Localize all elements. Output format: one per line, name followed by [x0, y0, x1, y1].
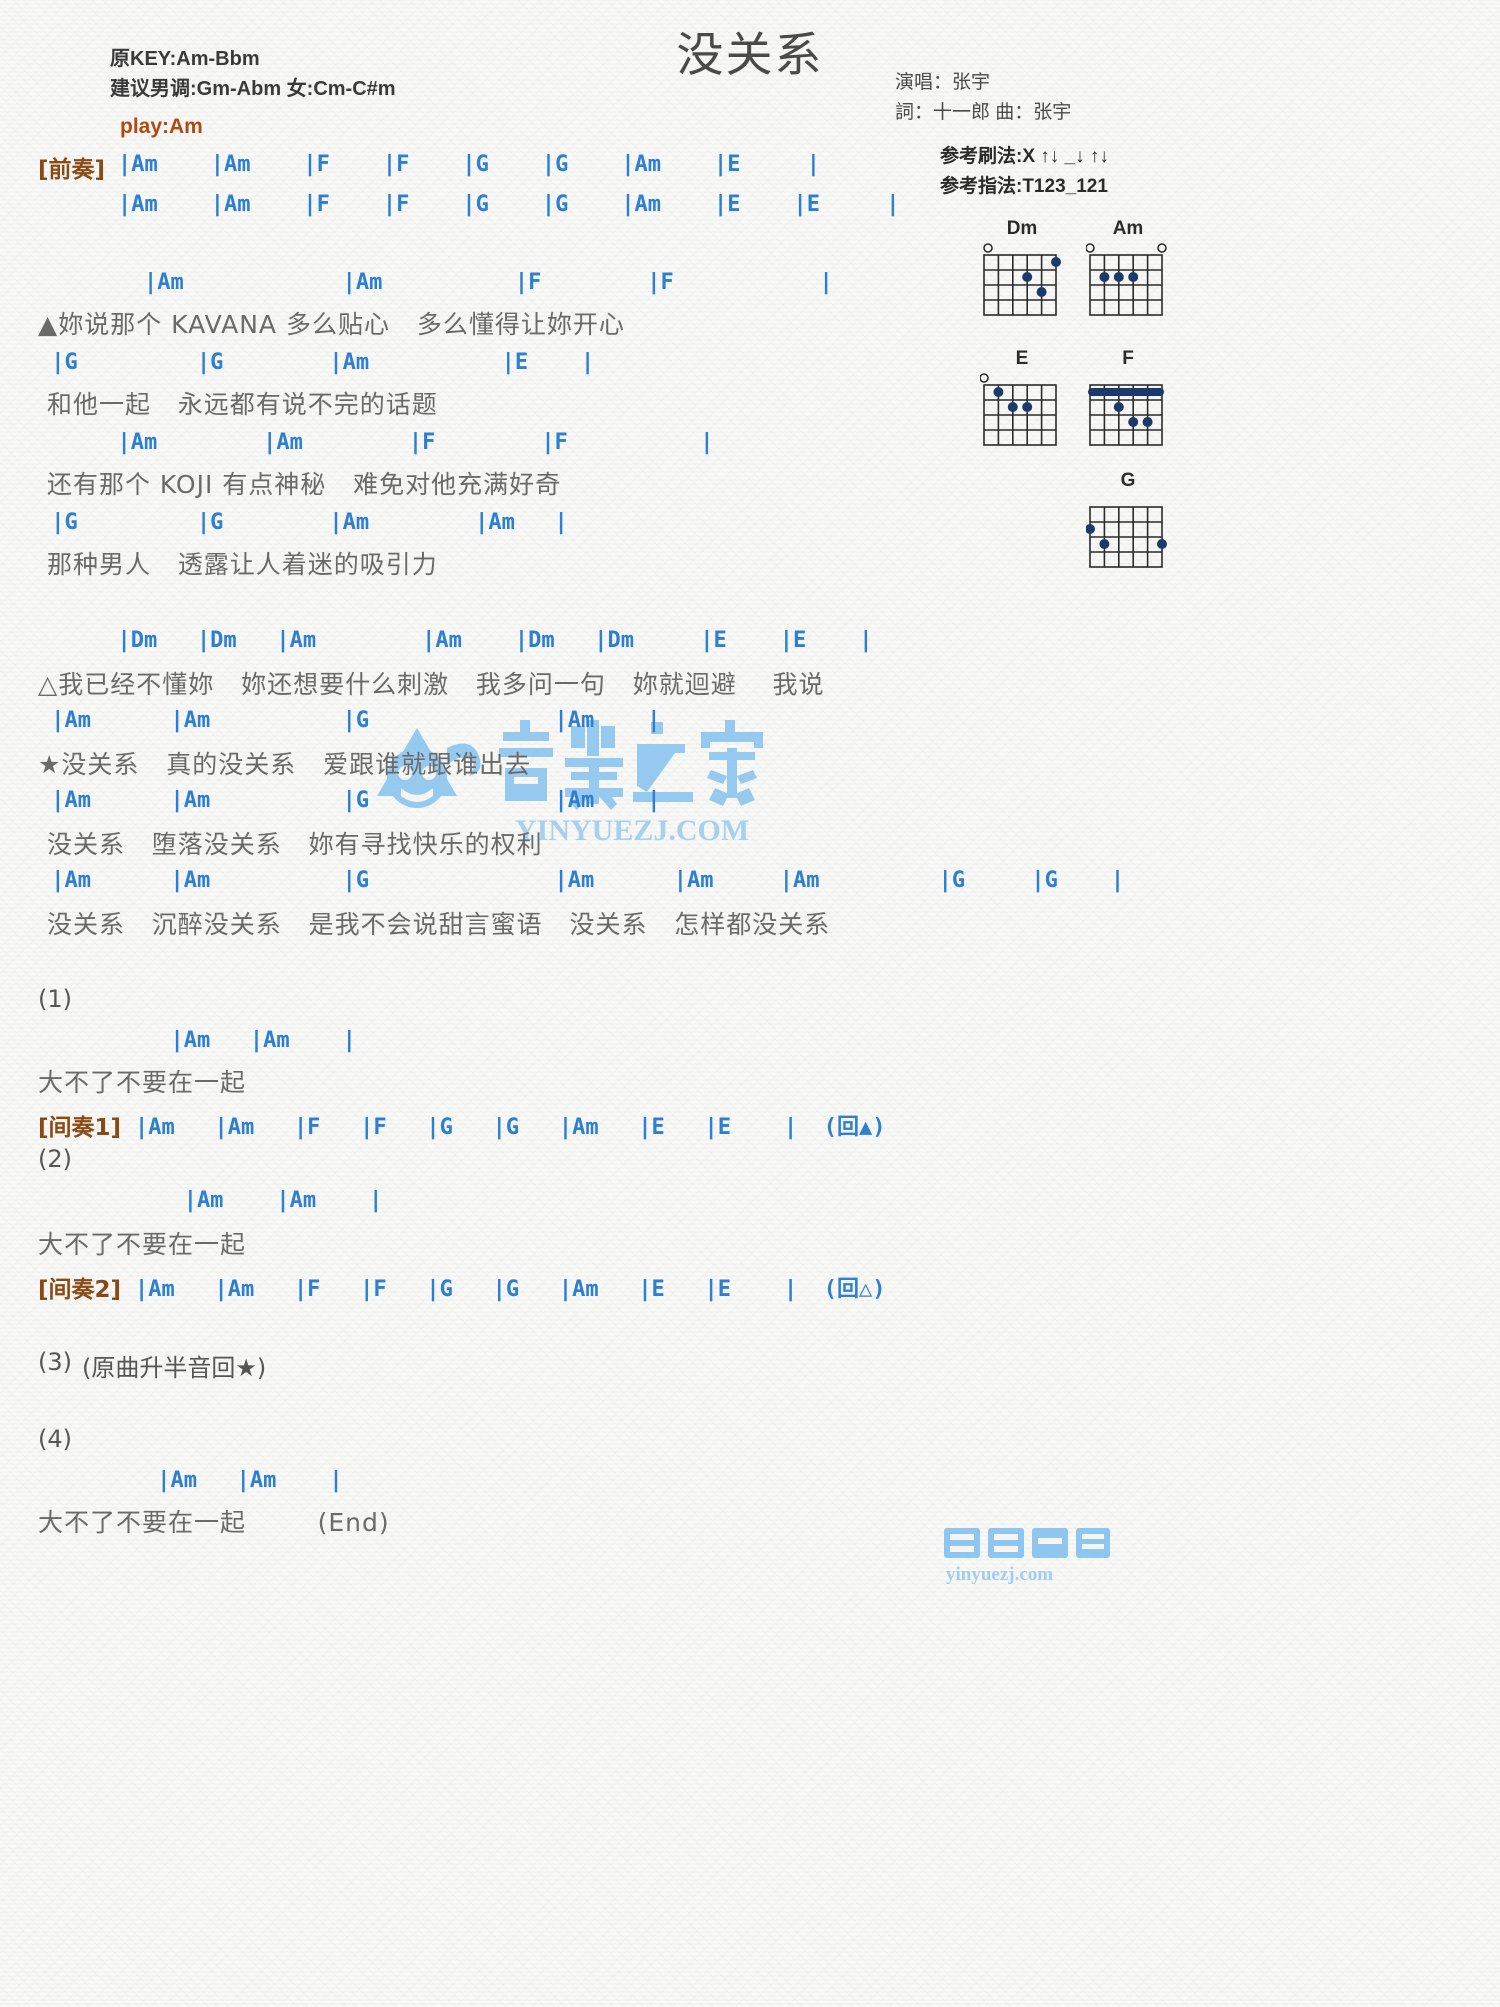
ending-4-chords: |Am |Am |	[38, 1468, 343, 1493]
ending-4-lyric: 大不了不要在一起 (End)	[38, 1508, 390, 1537]
bridge-lyric-1: △我已经不懂妳 妳还想要什么刺激 我多问一句 妳就迴避 我说	[38, 670, 825, 699]
credits: 演唱：张宇 詞：十一郎 曲：张宇	[895, 68, 1071, 128]
key-info: 原KEY:Am-Bbm 建议男调:Gm-Abm 女:Cm-C#m	[110, 44, 396, 104]
intro-chords-1: |Am |Am |F |F |G |G |Am |E |	[118, 152, 820, 177]
chorus-chords-2: |Am |Am |G |Am |	[38, 788, 661, 813]
singer: 演唱：张宇	[895, 72, 991, 93]
chorus-lyric-1: ★没关系 真的没关系 爱跟谁就跟谁出去	[38, 750, 532, 779]
chord-diagram-g-name: G	[1120, 470, 1136, 491]
verse1-chords-3: |Am |Am |F |F |	[38, 430, 714, 455]
verse1-lyric-4: 那种男人 透露让人着迷的吸引力	[38, 550, 438, 579]
chorus-chords-3: |Am |Am |G |Am |Am |Am |G |G |	[38, 868, 1125, 893]
chorus-lyric-2: 没关系 堕落没关系 妳有寻找快乐的权利	[38, 830, 543, 859]
ending-2-lyric: 大不了不要在一起	[38, 1230, 247, 1259]
chord-diagram-f-name: F	[1122, 348, 1134, 369]
chord-diagram-g: G	[1085, 470, 1170, 580]
chord-diagram-e-grid	[979, 373, 1064, 458]
chord-diagram-f: F	[1086, 348, 1170, 458]
verse1-chords-4: |G |G |Am |Am |	[38, 510, 568, 535]
suggested-key: 建议男调:Gm-Abm 女:Cm-C#m	[110, 78, 396, 100]
chord-diagram-am-name: Am	[1112, 218, 1144, 239]
chord-diagram-g-grid	[1085, 495, 1170, 580]
intro-chords-2: |Am |Am |F |F |G |G |Am |E |E |	[118, 192, 900, 217]
chord-diagram-dm: Dm	[980, 218, 1064, 328]
chord-diagram-am: Am	[1085, 218, 1170, 328]
writer-composer: 詞：十一郎 曲：张宇	[895, 102, 1072, 123]
chord-diagram-f-grid	[1086, 373, 1170, 458]
interlude-2-chords: |Am |Am |F |F |G |G |Am |E |E | (回△)	[135, 1277, 886, 1302]
verse1-chords-1: |Am |Am |F |F |	[38, 270, 833, 295]
chord-diagram-e: E	[979, 348, 1064, 458]
ending-2-number: (2)	[38, 1145, 72, 1173]
ending-1-number: (1)	[38, 985, 72, 1013]
chorus-lyric-3: 没关系 沉醉没关系 是我不会说甜言蜜语 没关系 怎样都没关系	[38, 910, 831, 939]
chord-diagram-dm-name: Dm	[1006, 218, 1038, 239]
ending-4-number: (4)	[38, 1425, 72, 1453]
ending-1-lyric: 大不了不要在一起	[38, 1068, 247, 1097]
chord-sheet: 没关系 原KEY:Am-Bbm 建议男调:Gm-Abm 女:Cm-C#m pla…	[0, 0, 1500, 2007]
original-key: 原KEY:Am-Bbm	[110, 48, 260, 70]
ending-3-number: (3)	[38, 1348, 72, 1376]
chorus-chords-1: |Am |Am |G |Am |	[38, 708, 661, 733]
interlude-2-tag: [间奏2]	[38, 1277, 122, 1303]
ending-2-chords: |Am |Am |	[38, 1188, 383, 1213]
bridge-chords-1: |Dm |Dm |Am |Am |Dm |Dm |E |E |	[38, 628, 873, 653]
fingerstyle-pattern: 参考指法:T123_121	[940, 176, 1108, 197]
intro-tag: [前奏]	[38, 157, 106, 183]
verse1-lyric-1: ▲妳说那个 KAVANA 多么贴心 多么懂得让妳开心	[38, 310, 625, 339]
ending-1-chords: |Am |Am |	[38, 1028, 356, 1053]
ending-3-note: (原曲升半音回★)	[82, 1354, 267, 1382]
technique-info: 参考刷法:X ↑↓ _↓ ↑↓ 参考指法:T123_121	[940, 142, 1109, 202]
play-key: play:Am	[120, 115, 203, 138]
interlude-1-chords: |Am |Am |F |F |G |G |Am |E |E | (回▲)	[135, 1115, 886, 1140]
chord-diagram-dm-grid	[980, 243, 1064, 328]
chord-diagram-e-name: E	[1015, 348, 1029, 369]
interlude-1-tag: [间奏1]	[38, 1115, 122, 1141]
strum-pattern: 参考刷法:X ↑↓ _↓ ↑↓	[940, 146, 1109, 167]
verse1-lyric-2: 和他一起 永远都有说不完的话题	[38, 390, 438, 419]
verse1-lyric-3: 还有那个 KOJI 有点神秘 难免对他充满好奇	[38, 470, 562, 499]
verse1-chords-2: |G |G |Am |E |	[38, 350, 595, 375]
chord-diagram-am-grid	[1085, 243, 1170, 328]
